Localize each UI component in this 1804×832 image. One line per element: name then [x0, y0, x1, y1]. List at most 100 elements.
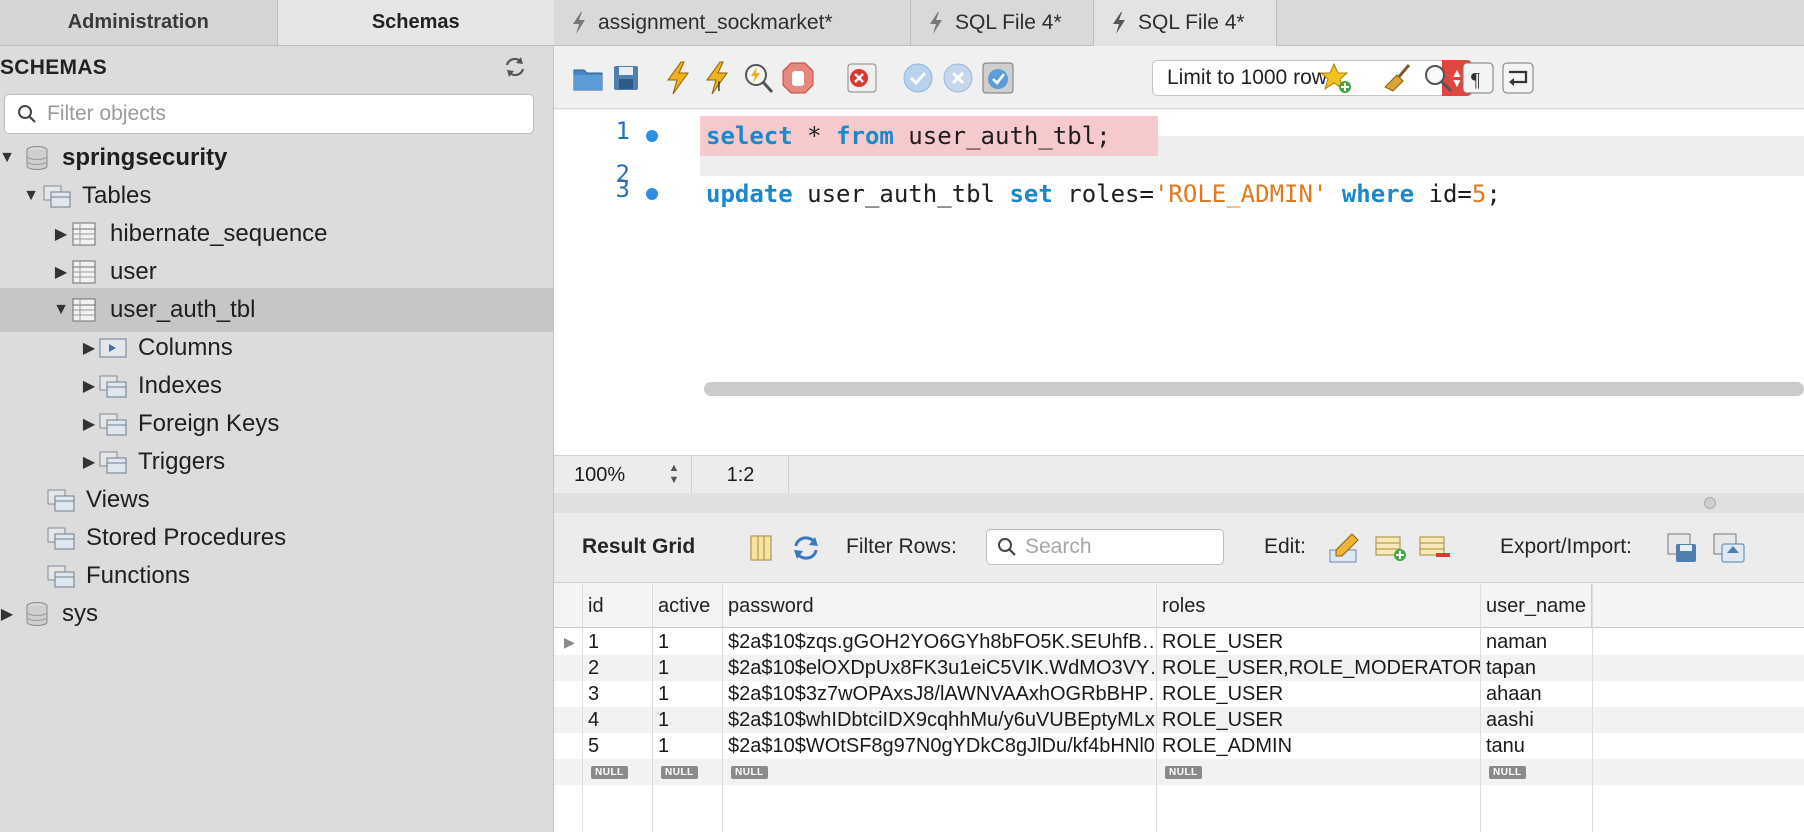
delete-row-button[interactable]: [1418, 531, 1452, 565]
new-row-placeholder[interactable]: NULL NULL NULL NULL NULL: [554, 759, 1804, 785]
collapsed-triangle-icon[interactable]: ▶: [82, 378, 96, 395]
sql-editor[interactable]: 1 2 3 select * from user_auth_tbl; updat…: [554, 110, 1804, 455]
tab-sql-file-4-b[interactable]: SQL File 4*: [1094, 0, 1277, 46]
tab-sql-file-4-a[interactable]: SQL File 4*: [911, 0, 1094, 46]
panel-splitter[interactable]: [554, 493, 1804, 513]
expanded-triangle-icon[interactable]: ▼: [23, 187, 39, 204]
cell-password[interactable]: $2a$10$whIDbtciIDX9cqhhMu/y6uVUBEptyMLx…: [722, 707, 1156, 733]
cell-roles[interactable]: ROLE_USER: [1156, 681, 1480, 707]
table-row[interactable]: 5 1 $2a$10$WOtSF8g97N0gYDkC8gJlDu/kf4bHN…: [554, 733, 1804, 759]
expanded-triangle-icon[interactable]: ▼: [53, 301, 69, 318]
cell-roles-null[interactable]: NULL: [1156, 759, 1480, 785]
add-row-button[interactable]: [1374, 531, 1408, 565]
horizontal-scrollbar[interactable]: [704, 382, 1804, 396]
execute-all-button[interactable]: [660, 60, 696, 96]
cell-active-null[interactable]: NULL: [652, 759, 722, 785]
autocommit-toggle[interactable]: [980, 60, 1016, 96]
edit-row-button[interactable]: [1328, 531, 1362, 565]
cell-user-name[interactable]: aashi: [1480, 707, 1592, 733]
collapsed-triangle-icon[interactable]: ▶: [54, 226, 68, 243]
tree-label: springsecurity: [62, 144, 228, 171]
save-button[interactable]: [608, 60, 644, 96]
open-folder-button[interactable]: [570, 60, 606, 96]
cell-roles[interactable]: ROLE_USER: [1156, 629, 1480, 655]
column-header-password[interactable]: password: [722, 584, 1156, 628]
cursor-position: 1:2: [693, 456, 789, 494]
cell-user-name-null[interactable]: NULL: [1480, 759, 1592, 785]
cell-password[interactable]: $2a$10$3z7wOPAxsJ8/lAWNVAAxhOGRbBHP…: [722, 681, 1156, 707]
tab-administration[interactable]: Administration: [0, 0, 277, 45]
cell-id-null[interactable]: NULL: [582, 759, 652, 785]
cell-user-name[interactable]: tanu: [1480, 733, 1592, 759]
grid-layout-button[interactable]: [744, 531, 778, 565]
edit-pencil-icon: [1329, 533, 1359, 563]
cell-roles[interactable]: ROLE_USER,ROLE_MODERATOR: [1156, 655, 1480, 681]
cell-active[interactable]: 1: [652, 707, 722, 733]
commit-button[interactable]: [900, 60, 936, 96]
cell-user-name[interactable]: ahaan: [1480, 681, 1592, 707]
cell-id[interactable]: 3: [582, 681, 652, 707]
refresh-results-button[interactable]: [789, 531, 823, 565]
column-header-active[interactable]: active: [652, 584, 722, 628]
cell-password[interactable]: $2a$10$zqs.gGOH2YO6GYh8bFO5K.SEUhfB…: [722, 629, 1156, 655]
cell-active[interactable]: 1: [652, 629, 722, 655]
table-row[interactable]: ▶ 1 1 $2a$10$zqs.gGOH2YO6GYh8bFO5K.SEUhf…: [554, 629, 1804, 655]
filter-rows-search-box: [986, 529, 1224, 565]
tab-assignment-sockmarket[interactable]: assignment_sockmarket*: [554, 0, 911, 46]
splitter-handle-icon[interactable]: [1704, 497, 1716, 509]
column-header-user-name[interactable]: user_name: [1480, 584, 1592, 628]
add-snippet-button[interactable]: [1318, 60, 1354, 96]
collapsed-triangle-icon[interactable]: ▶: [82, 416, 96, 433]
cell-id[interactable]: 5: [582, 733, 652, 759]
table-row[interactable]: 2 1 $2a$10$elOXDpUx8FK3u1eiC5VIK.WdMO3VY…: [554, 655, 1804, 681]
cell-id[interactable]: 2: [582, 655, 652, 681]
lightning-bolt-icon: [573, 12, 585, 34]
table-row[interactable]: 4 1 $2a$10$whIDbtciIDX9cqhhMu/y6uVUBEpty…: [554, 707, 1804, 733]
filter-objects-input[interactable]: [47, 102, 517, 126]
cell-roles[interactable]: ROLE_USER: [1156, 707, 1480, 733]
cell-user-name[interactable]: tapan: [1480, 655, 1592, 681]
tab-schemas[interactable]: Schemas: [276, 0, 554, 45]
cell-active[interactable]: 1: [652, 681, 722, 707]
cell-user-name[interactable]: naman: [1480, 629, 1592, 655]
column-header-id[interactable]: id: [582, 584, 652, 628]
execute-statement-button[interactable]: I: [700, 60, 736, 96]
stop-button[interactable]: [780, 60, 816, 96]
filter-rows-input[interactable]: [1025, 535, 1215, 559]
cell-id[interactable]: 4: [582, 707, 652, 733]
cell-password-null[interactable]: NULL: [722, 759, 1156, 785]
wrap-lines-toggle[interactable]: [1500, 60, 1536, 96]
table-icon: [72, 298, 96, 322]
collapsed-triangle-icon[interactable]: ▶: [0, 606, 14, 623]
table-row[interactable]: 3 1 $2a$10$3z7wOPAxsJ8/lAWNVAAxhOGRbBHP……: [554, 681, 1804, 707]
tree-item-sys[interactable]: ▶ sys: [0, 592, 553, 636]
cell-password[interactable]: $2a$10$WOtSF8g97N0gYDkC8gJlDu/kf4bHNl0…: [722, 733, 1156, 759]
collapsed-triangle-icon[interactable]: ▶: [54, 264, 68, 281]
null-badge: NULL: [1489, 765, 1526, 779]
sql-keyword: where: [1341, 180, 1415, 208]
invisible-chars-toggle[interactable]: ¶: [1460, 60, 1496, 96]
refresh-icon[interactable]: [502, 54, 528, 80]
line-number: 3: [615, 175, 630, 203]
zoom-select[interactable]: 100% ▲ ▼: [554, 456, 692, 494]
collapsed-triangle-icon[interactable]: ▶: [82, 454, 96, 471]
cell-id[interactable]: 1: [582, 629, 652, 655]
rollback-button[interactable]: [940, 60, 976, 96]
find-button[interactable]: [1420, 60, 1456, 96]
beautify-button[interactable]: [1380, 60, 1416, 96]
cell-password[interactable]: $2a$10$elOXDpUx8FK3u1eiC5VIK.WdMO3VY…: [722, 655, 1156, 681]
export-button[interactable]: [1666, 531, 1700, 565]
cell-active[interactable]: 1: [652, 655, 722, 681]
explain-button[interactable]: [740, 60, 776, 96]
cell-active[interactable]: 1: [652, 733, 722, 759]
current-row-pointer-icon: ▶: [564, 634, 575, 650]
search-icon: [998, 538, 1016, 556]
expanded-triangle-icon[interactable]: ▼: [0, 149, 15, 166]
collapsed-triangle-icon[interactable]: ▶: [82, 340, 96, 357]
stop-on-error-toggle[interactable]: [844, 60, 880, 96]
import-button[interactable]: [1712, 531, 1746, 565]
cell-roles[interactable]: ROLE_ADMIN: [1156, 733, 1480, 759]
column-header-roles[interactable]: roles: [1156, 584, 1480, 628]
result-toolbar: Result Grid Filter Rows: Edit: Expo: [554, 513, 1804, 583]
search-icon: [18, 105, 36, 123]
